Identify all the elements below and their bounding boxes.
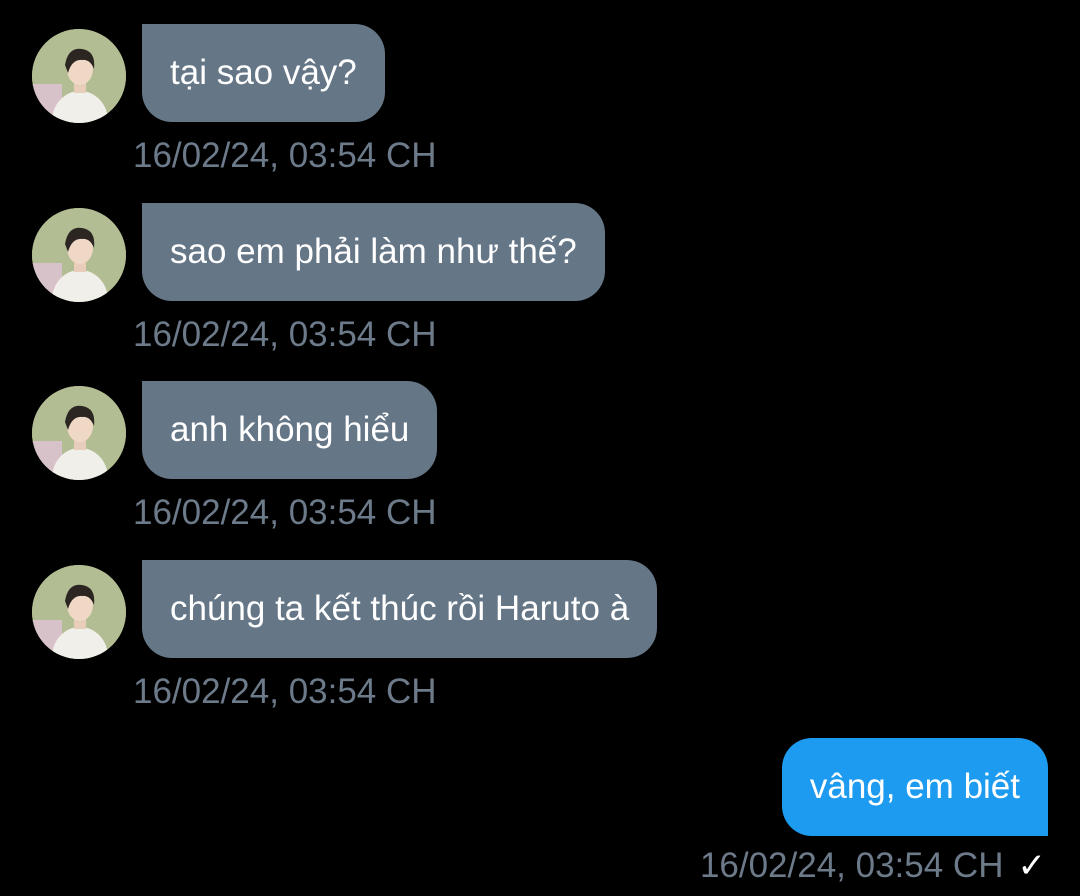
chat-thread: tại sao vậy? 16/02/24, 03:54 CH sao em p… xyxy=(0,0,1080,896)
check-icon: ✓ xyxy=(1017,847,1047,885)
outgoing-message-timestamp: 16/02/24, 03:54 CH ✓ xyxy=(700,846,1046,886)
message-text: chúng ta kết thúc rồi Haruto à xyxy=(170,589,630,628)
avatar-image xyxy=(32,386,126,480)
message-bubble[interactable]: sao em phải làm như thế? xyxy=(142,203,605,301)
message-bubble[interactable]: tại sao vậy? xyxy=(142,24,385,122)
avatar[interactable] xyxy=(32,386,126,480)
avatar-image xyxy=(32,208,126,302)
avatar[interactable] xyxy=(32,29,126,123)
message-text: vâng, em biết xyxy=(809,767,1020,806)
message-text: tại sao vậy? xyxy=(170,53,357,92)
avatar-image xyxy=(32,29,126,123)
message-text: anh không hiểu xyxy=(170,410,410,449)
timestamp-text: 16/02/24, 03:54 CH xyxy=(699,846,1004,885)
message-timestamp: 16/02/24, 03:54 CH xyxy=(133,315,437,354)
message-bubble[interactable]: anh không hiểu xyxy=(142,381,438,479)
message-timestamp: 16/02/24, 03:54 CH xyxy=(133,136,437,175)
message-timestamp: 16/02/24, 03:54 CH xyxy=(133,493,437,532)
avatar-image xyxy=(32,565,126,659)
message-bubble[interactable]: chúng ta kết thúc rồi Haruto à xyxy=(142,560,658,658)
avatar[interactable] xyxy=(32,208,126,302)
avatar[interactable] xyxy=(32,565,126,659)
outgoing-message-bubble[interactable]: vâng, em biết xyxy=(781,738,1048,836)
message-text: sao em phải làm như thế? xyxy=(170,232,577,271)
message-timestamp: 16/02/24, 03:54 CH xyxy=(133,672,437,711)
